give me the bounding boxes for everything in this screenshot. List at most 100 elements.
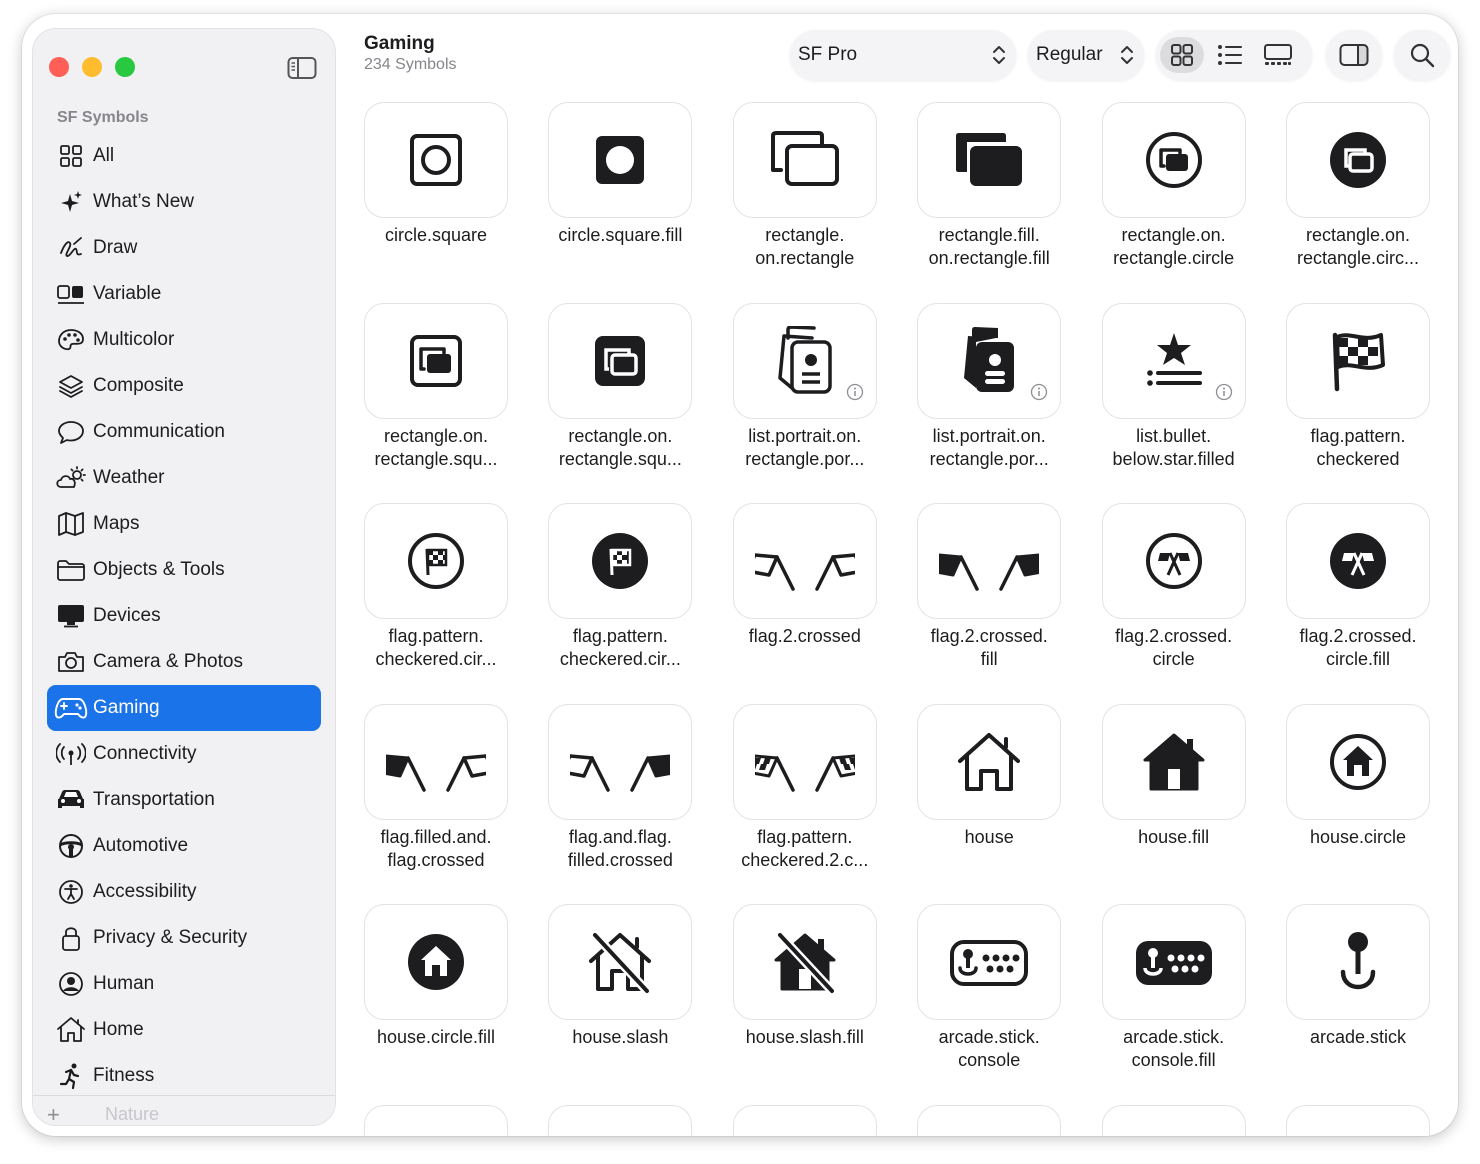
symbol-tile[interactable] [548, 503, 693, 620]
close-window-button[interactable] [49, 57, 69, 77]
symbol-cell[interactable]: rectangle.on. rectangle.circle [1101, 102, 1246, 270]
symbol-tile[interactable] [364, 1105, 508, 1136]
symbol-tile[interactable] [732, 1105, 877, 1136]
zoom-window-button[interactable] [115, 57, 135, 77]
symbol-cell[interactable]: flag.pattern. checkered.2.c... [732, 703, 877, 872]
symbol-tile[interactable] [732, 302, 877, 419]
symbol-cell[interactable] [548, 1105, 693, 1136]
symbol-tile[interactable] [548, 302, 693, 419]
symbol-cell[interactable]: house [917, 703, 1062, 849]
sidebar-item-partial[interactable]: Nature [105, 1104, 159, 1125]
symbol-tile[interactable] [1101, 302, 1246, 419]
symbol-cell[interactable]: list.portrait.on. rectangle.por... [917, 302, 1062, 471]
symbol-tile[interactable] [548, 102, 693, 218]
sidebar-item-devices[interactable]: Devices [47, 593, 321, 639]
symbol-tile[interactable] [732, 904, 877, 1021]
sidebar-item-weather[interactable]: Weather [47, 455, 321, 501]
sidebar-item-transportation[interactable]: Transportation [47, 777, 321, 823]
sidebar-item-all[interactable]: All [47, 133, 321, 179]
symbol-cell[interactable]: house.slash.fill [732, 904, 877, 1049]
symbol-cell[interactable]: circle.square [364, 102, 508, 247]
symbol-tile[interactable] [548, 1105, 693, 1136]
symbol-cell[interactable]: arcade.stick. console.fill [1101, 904, 1246, 1072]
sidebar-item-gaming[interactable]: Gaming [47, 685, 321, 731]
symbol-cell[interactable]: flag.filled.and. flag.crossed [364, 703, 508, 872]
symbol-cell[interactable]: rectangle.fill. on.rectangle.fill [917, 102, 1062, 270]
symbol-cell[interactable]: flag.2.crossed. fill [917, 503, 1062, 671]
symbol-tile[interactable] [364, 102, 508, 218]
symbol-cell[interactable]: flag.pattern. checkered [1286, 302, 1430, 471]
symbol-cell[interactable]: list.bullet. below.star.filled [1101, 302, 1246, 471]
symbol-tile[interactable] [917, 904, 1062, 1021]
symbol-tile[interactable] [364, 503, 508, 620]
symbol-cell[interactable] [1101, 1105, 1246, 1136]
symbol-cell[interactable]: house.fill [1101, 703, 1246, 849]
sidebar-item-connectivity[interactable]: Connectivity [47, 731, 321, 777]
symbol-cell[interactable]: rectangle.on. rectangle.squ... [364, 302, 508, 471]
info-icon[interactable] [1215, 383, 1233, 406]
symbol-cell[interactable]: flag.2.crossed [732, 503, 877, 648]
sidebar-item-human[interactable]: Human [47, 961, 321, 1007]
sidebar-item-camera-photos[interactable]: Camera & Photos [47, 639, 321, 685]
symbol-cell[interactable]: flag.and.flag. filled.crossed [548, 703, 693, 872]
grid-view-icon[interactable] [1160, 37, 1204, 73]
symbol-cell[interactable]: house.circle [1286, 703, 1430, 849]
symbol-cell[interactable] [917, 1105, 1062, 1136]
symbol-cell[interactable]: house.slash [548, 904, 693, 1049]
symbol-cell[interactable]: rectangle. on.rectangle [732, 102, 877, 270]
sidebar-item-home[interactable]: Home [47, 1007, 321, 1053]
weight-selector[interactable]: Regular [1028, 30, 1144, 80]
symbol-cell[interactable]: rectangle.on. rectangle.squ... [548, 302, 693, 471]
symbol-tile[interactable] [917, 703, 1062, 820]
sidebar-item-what-s-new[interactable]: What’s New [47, 179, 321, 225]
sidebar-item-fitness[interactable]: Fitness [47, 1053, 321, 1099]
symbol-tile[interactable] [1101, 1105, 1246, 1136]
symbol-cell[interactable]: list.portrait.on. rectangle.por... [732, 302, 877, 471]
font-selector[interactable]: SF Pro [790, 30, 1016, 80]
symbol-cell[interactable]: arcade.stick [1286, 904, 1430, 1049]
symbol-tile[interactable] [1286, 102, 1430, 218]
minimize-window-button[interactable] [82, 57, 102, 77]
symbol-cell[interactable]: rectangle.on. rectangle.circ... [1286, 102, 1430, 270]
sidebar-item-privacy-security[interactable]: Privacy & Security [47, 915, 321, 961]
gallery-view-icon[interactable] [1256, 37, 1300, 73]
sidebar-item-accessibility[interactable]: Accessibility [47, 869, 321, 915]
symbol-tile[interactable] [548, 703, 693, 820]
symbol-tile[interactable] [732, 102, 877, 218]
symbol-tile[interactable] [1101, 102, 1246, 218]
symbol-tile[interactable] [1286, 1105, 1430, 1136]
sidebar-item-draw[interactable]: Draw [47, 225, 321, 271]
symbol-cell[interactable]: flag.pattern. checkered.cir... [548, 503, 693, 671]
sidebar-item-variable[interactable]: Variable [47, 271, 321, 317]
symbol-tile[interactable] [1101, 904, 1246, 1021]
symbol-tile[interactable] [364, 703, 508, 820]
symbol-cell[interactable] [364, 1105, 508, 1136]
sidebar-item-automotive[interactable]: Automotive [47, 823, 321, 869]
symbol-tile[interactable] [1286, 703, 1430, 820]
symbol-cell[interactable]: flag.pattern. checkered.cir... [364, 503, 508, 671]
symbol-cell[interactable]: circle.square.fill [548, 102, 693, 247]
symbol-cell[interactable]: flag.2.crossed. circle.fill [1286, 503, 1430, 671]
symbol-tile[interactable] [917, 503, 1062, 620]
sidebar-toggle-icon[interactable] [287, 56, 317, 85]
symbol-tile[interactable] [732, 503, 877, 620]
symbol-tile[interactable] [1101, 703, 1246, 820]
sidebar-item-maps[interactable]: Maps [47, 501, 321, 547]
symbol-tile[interactable] [1286, 302, 1430, 419]
symbol-tile[interactable] [1101, 503, 1246, 620]
symbol-cell[interactable] [732, 1105, 877, 1136]
symbol-tile[interactable] [917, 1105, 1062, 1136]
info-icon[interactable] [846, 383, 864, 406]
symbol-tile[interactable] [1286, 503, 1430, 620]
add-collection-button[interactable]: + [47, 1102, 60, 1125]
inspector-toggle-button[interactable] [1326, 30, 1382, 80]
symbol-tile[interactable] [364, 904, 508, 1021]
symbol-tile[interactable] [364, 302, 508, 419]
symbol-cell[interactable]: flag.2.crossed. circle [1101, 503, 1246, 671]
info-icon[interactable] [1030, 383, 1048, 406]
list-view-icon[interactable] [1208, 37, 1252, 73]
symbol-tile[interactable] [917, 302, 1062, 419]
sidebar-item-objects-tools[interactable]: Objects & Tools [47, 547, 321, 593]
search-button[interactable] [1394, 30, 1450, 80]
symbol-tile[interactable] [548, 904, 693, 1021]
